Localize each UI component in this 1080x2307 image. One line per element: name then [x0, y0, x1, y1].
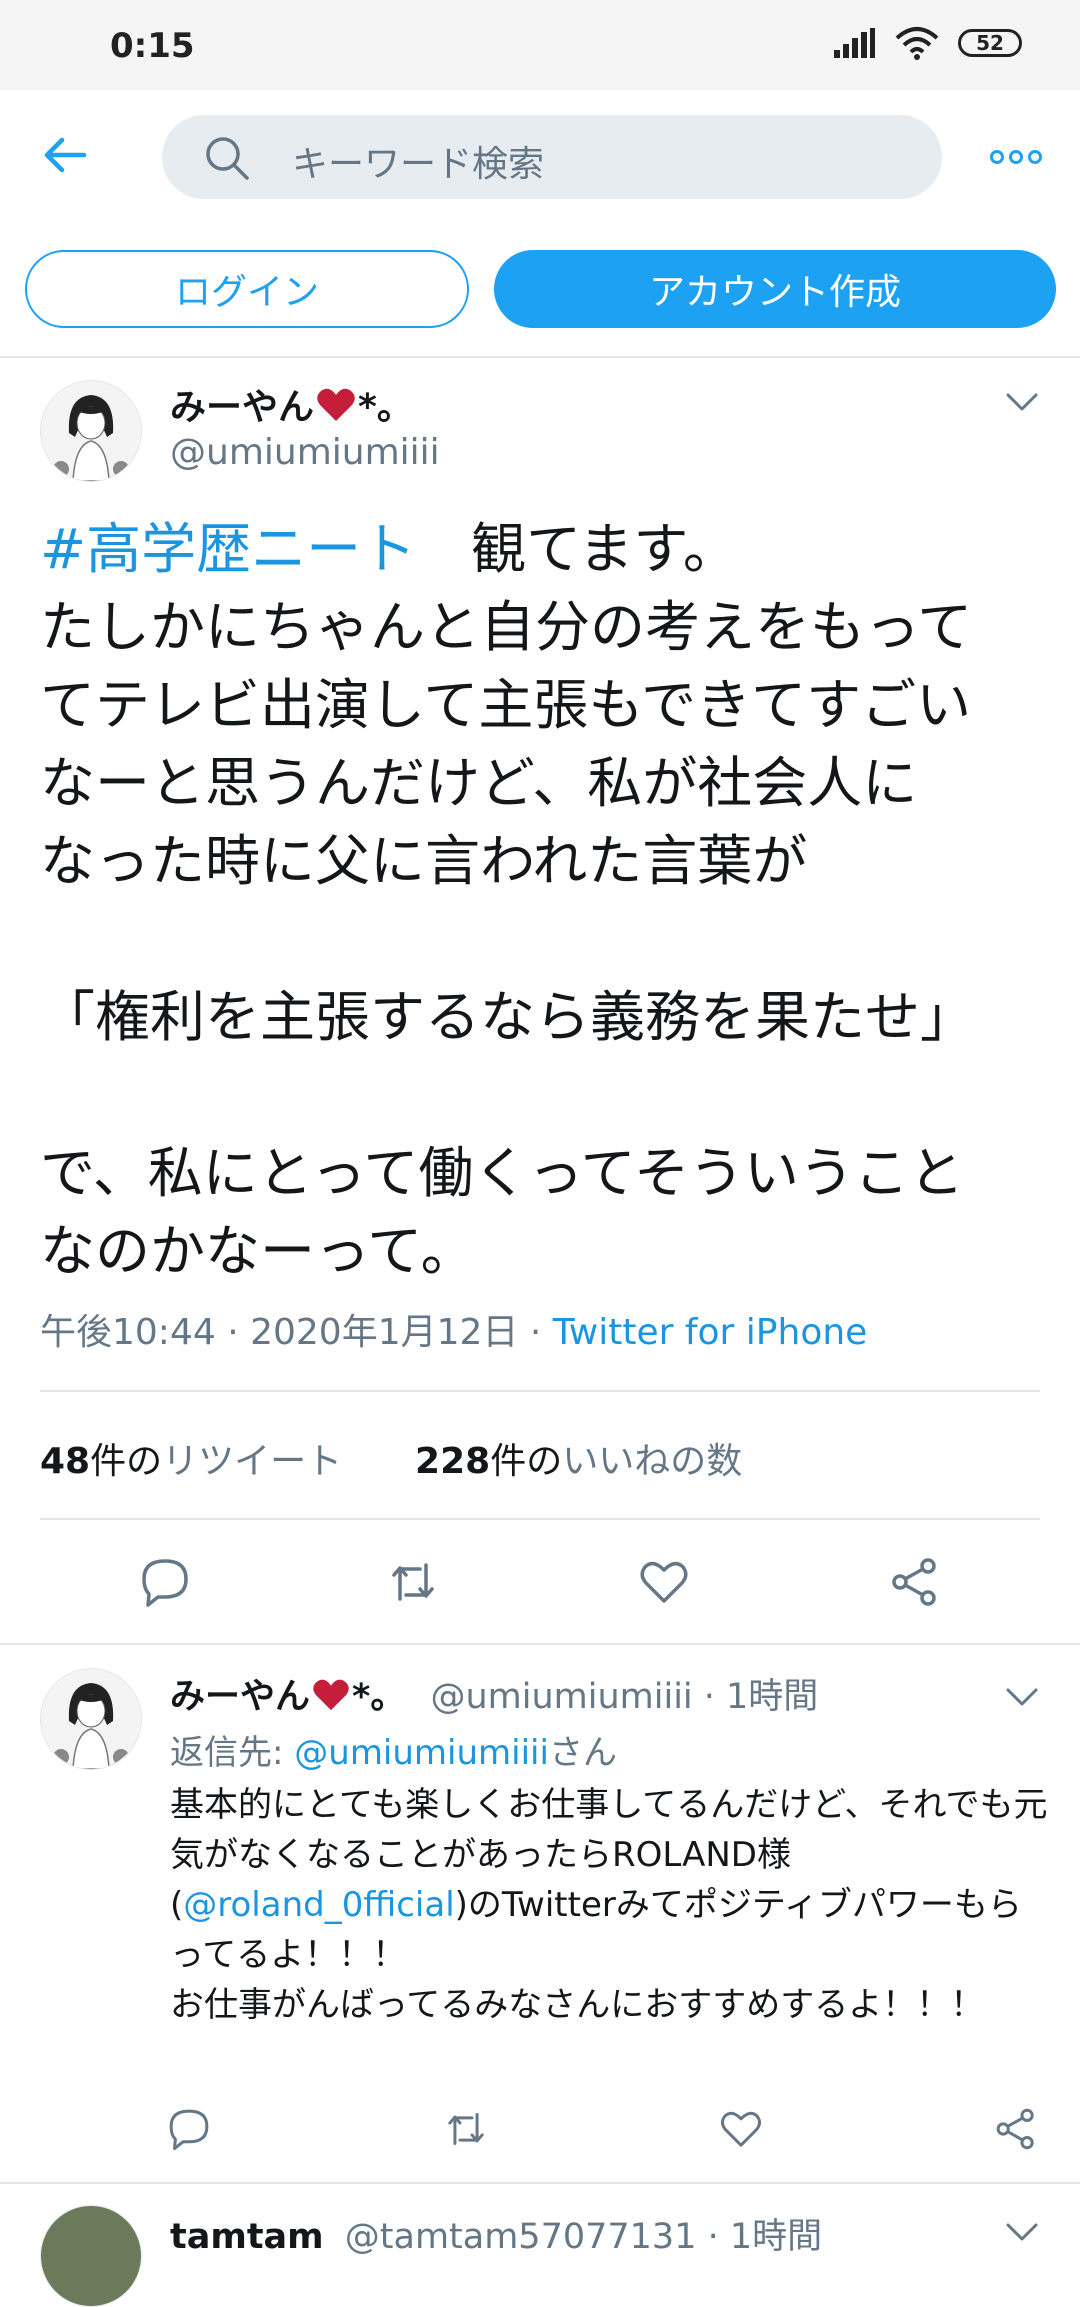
status-icons: 52: [832, 26, 1022, 60]
likes-count: 228: [415, 1441, 491, 1482]
like-icon[interactable]: [637, 1555, 691, 1609]
reply-to-label: 返信先:: [170, 1733, 295, 1773]
reply-body: 基本的にとても楽しくお仕事してるんだけど、それでも元気がなくなることがあったらR…: [170, 1780, 1050, 2030]
top-nav: キーワード検索: [0, 90, 1080, 220]
signup-button[interactable]: アカウント作成: [494, 250, 1056, 328]
likes-unit: 件の: [490, 1441, 563, 1482]
reply-divider: [0, 2182, 1080, 2184]
retweets-label: リツイート: [162, 1441, 343, 1482]
next-reply-header[interactable]: tamtam @tamtam57077131 · 1時間: [170, 2208, 822, 2259]
reply-author-avatar[interactable]: [40, 1668, 142, 1770]
battery-level: 52: [976, 31, 1004, 55]
reply-header[interactable]: みーやん *。 @umiumiumiiii · 1時間: [170, 1668, 818, 1719]
likes-stat[interactable]: 228件のいいねの数: [415, 1441, 742, 1482]
signal-icon: [834, 28, 875, 58]
reply-icon[interactable]: [166, 2106, 212, 2152]
reply-icon[interactable]: [138, 1555, 192, 1609]
share-icon[interactable]: [888, 1555, 942, 1609]
tweet-stats: 48件のリツイート 228件のいいねの数: [40, 1432, 742, 1484]
battery-icon: 52: [958, 29, 1022, 57]
retweets-count: 48: [40, 1441, 91, 1482]
reply-time: · 1時間: [692, 1677, 819, 1717]
retweets-unit: 件の: [90, 1441, 163, 1482]
status-bar: 0:15 52: [0, 0, 1080, 90]
retweet-icon[interactable]: [386, 1555, 440, 1609]
author-name: みーやん: [170, 387, 315, 428]
reply-author-suffix: *。: [352, 1677, 406, 1717]
next-reply-author-name: tamtam: [170, 2217, 324, 2257]
chevron-down-icon[interactable]: [1005, 2222, 1039, 2242]
back-arrow-icon[interactable]: [40, 130, 90, 180]
search-input[interactable]: キーワード検索: [162, 115, 942, 199]
next-reply-author-handle: @tamtam57077131: [344, 2217, 697, 2257]
retweet-icon[interactable]: [443, 2106, 489, 2152]
stats-divider: [40, 1518, 1040, 1520]
status-time: 0:15: [110, 26, 195, 66]
share-icon[interactable]: [993, 2106, 1039, 2152]
login-button[interactable]: ログイン: [25, 250, 469, 328]
like-icon[interactable]: [718, 2106, 764, 2152]
retweets-stat[interactable]: 48件のリツイート: [40, 1441, 342, 1482]
reply-to-handle[interactable]: @umiumiumiiii: [294, 1733, 549, 1773]
reply-author-handle: @umiumiumiiii: [430, 1677, 693, 1717]
wifi-icon: [895, 27, 939, 60]
reply-to-line: 返信先: @umiumiumiiiiさん: [170, 1725, 617, 1774]
mention-link[interactable]: @roland_0fficial: [183, 1885, 454, 1925]
search-placeholder: キーワード検索: [292, 144, 545, 185]
heart-emoji-icon: [313, 1679, 349, 1711]
reply-to-suffix: さん: [548, 1733, 617, 1773]
tweet-meta: 午後10:44 · 2020年1月12日 · Twitter for iPhon…: [40, 1303, 867, 1355]
chevron-down-icon[interactable]: [1005, 392, 1039, 412]
header-divider: [0, 356, 1080, 358]
tweet-source-link[interactable]: Twitter for iPhone: [553, 1312, 868, 1353]
more-options-icon[interactable]: [990, 150, 1042, 164]
chevron-down-icon[interactable]: [1005, 1687, 1039, 1707]
likes-label: いいねの数: [562, 1441, 743, 1482]
tweet-body: #高学歴ニート 観てます。 たしかにちゃんと自分の考えをもって てテレビ出演して…: [40, 510, 1040, 1290]
tweet-text: 観てます。 たしかにちゃんと自分の考えをもって てテレビ出演して主張もできてすご…: [40, 517, 976, 1283]
author-handle[interactable]: @umiumiumiiii: [170, 432, 440, 473]
author-name-row[interactable]: みーやん *。: [170, 378, 413, 430]
tweet-timestamp: 午後10:44 · 2020年1月12日 ·: [40, 1312, 553, 1353]
hashtag-link[interactable]: #高学歴ニート: [40, 517, 416, 581]
search-icon: [206, 137, 249, 180]
tweet-divider: [0, 1643, 1080, 1645]
avatar-illustration: [41, 1669, 141, 1769]
author-name-suffix: *。: [358, 387, 413, 428]
next-reply-avatar[interactable]: [40, 2205, 142, 2307]
author-avatar[interactable]: [40, 380, 142, 482]
meta-divider: [40, 1390, 1040, 1392]
avatar-illustration: [41, 381, 141, 481]
heart-emoji-icon: [317, 388, 355, 421]
next-reply-time: · 1時間: [696, 2217, 823, 2257]
reply-author-name: みーやん: [170, 1677, 311, 1717]
